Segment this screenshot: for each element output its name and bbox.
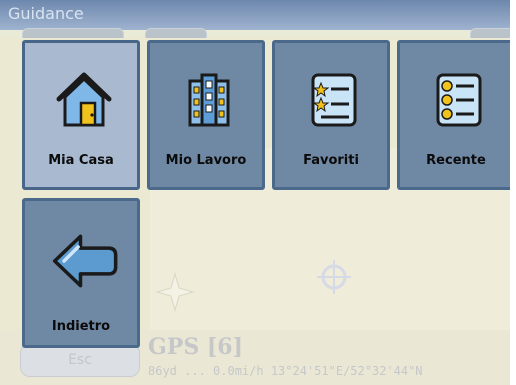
gps-status: GPS [6] — [148, 334, 244, 360]
tile-mia-casa[interactable]: Mia Casa — [22, 40, 140, 190]
tile-label: Mio Lavoro — [165, 153, 247, 168]
tile-label: Indietro — [51, 319, 111, 334]
screen: Guidance Esc GPS [6] 86yd ... 0.0mi/h 13… — [0, 0, 510, 385]
tile-label: Mia Casa — [48, 153, 114, 168]
recent-list-icon — [436, 73, 482, 127]
tile-recente[interactable]: Recente — [397, 40, 510, 190]
house-icon — [56, 72, 112, 127]
title-bar: Guidance — [0, 0, 510, 30]
tile-label: Favoriti — [303, 153, 359, 168]
tile-label: Recente — [426, 153, 486, 168]
tile-indietro[interactable]: Indietro — [22, 198, 140, 348]
tile-favoriti[interactable]: Favoriti — [272, 40, 390, 190]
back-arrow-icon — [52, 234, 118, 288]
favorites-list-icon — [311, 73, 357, 127]
office-building-icon — [188, 73, 230, 127]
crosshair-icon — [317, 260, 351, 294]
exit-button: Esc — [20, 343, 140, 377]
compass-icon — [155, 272, 195, 312]
position-readout: 86yd ... 0.0mi/h 13°24'51"E/52°32'44"N — [148, 364, 423, 378]
window-title: Guidance — [8, 4, 84, 23]
tile-mio-lavoro[interactable]: Mio Lavoro — [147, 40, 265, 190]
